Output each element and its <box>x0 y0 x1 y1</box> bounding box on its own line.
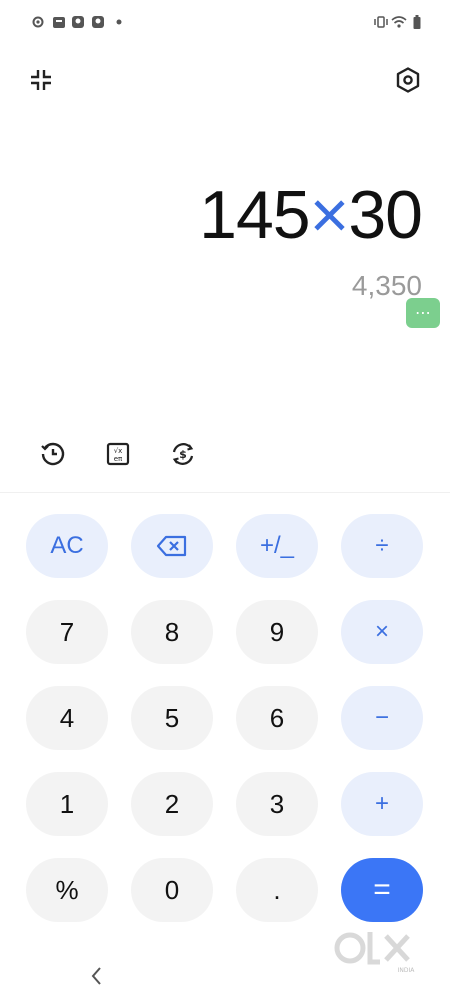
olx-watermark: INDIA <box>334 928 420 974</box>
battery-icon <box>413 15 421 29</box>
currency-converter-button[interactable]: $ <box>165 436 201 472</box>
key-6[interactable]: 6 <box>236 686 318 750</box>
back-chevron-icon <box>91 967 101 985</box>
app-notification-icon-2 <box>92 16 104 28</box>
minimize-button[interactable] <box>24 63 58 97</box>
scientific-functions-icon: √x eπ <box>106 442 130 466</box>
app-notification-icon <box>72 16 84 28</box>
key-4[interactable]: 4 <box>26 686 108 750</box>
key-3[interactable]: 3 <box>236 772 318 836</box>
watermark-sub: INDIA <box>398 967 416 974</box>
clear-button[interactable]: AC <box>26 514 108 578</box>
key-0[interactable]: 0 <box>131 858 213 922</box>
bag-icon <box>53 17 65 28</box>
nav-back-button[interactable] <box>84 962 108 990</box>
history-icon <box>41 442 65 466</box>
plus-minus-button[interactable]: +/_ <box>236 514 318 578</box>
settings-small-icon <box>32 16 44 28</box>
backspace-button[interactable] <box>131 514 213 578</box>
minus-button[interactable]: − <box>341 686 423 750</box>
vibrate-icon <box>374 16 388 28</box>
svg-text:√x: √x <box>114 447 123 455</box>
scientific-button[interactable]: √x eπ <box>100 436 136 472</box>
expression-left: 145 <box>199 177 310 253</box>
svg-text:$: $ <box>179 448 187 461</box>
equals-button[interactable]: = <box>341 858 423 922</box>
currency-convert-icon: $ <box>172 443 194 465</box>
history-button[interactable] <box>35 436 71 472</box>
decimal-button[interactable]: . <box>236 858 318 922</box>
key-1[interactable]: 1 <box>26 772 108 836</box>
key-9[interactable]: 9 <box>236 600 318 664</box>
olx-watermark-logo: INDIA <box>334 932 416 974</box>
expression-operator: × <box>309 177 350 253</box>
expression-display: 145×30 <box>199 176 423 254</box>
svg-text:eπ: eπ <box>114 455 123 463</box>
wifi-icon <box>391 16 407 28</box>
key-7[interactable]: 7 <box>26 600 108 664</box>
expression-right: 30 <box>348 177 423 253</box>
dot-icon <box>116 19 122 25</box>
plus-button[interactable]: + <box>341 772 423 836</box>
percent-button[interactable]: % <box>26 858 108 922</box>
tools-row: √x eπ $ <box>0 436 450 476</box>
divider <box>0 492 450 493</box>
more-options-chip[interactable]: ⋯ <box>406 298 440 328</box>
settings-button[interactable] <box>391 63 425 97</box>
key-5[interactable]: 5 <box>131 686 213 750</box>
minimize-icon <box>31 70 51 90</box>
status-bar <box>0 0 450 44</box>
divide-button[interactable]: ÷ <box>341 514 423 578</box>
backspace-icon <box>156 535 187 557</box>
multiply-button[interactable]: × <box>341 600 423 664</box>
key-8[interactable]: 8 <box>131 600 213 664</box>
key-2[interactable]: 2 <box>131 772 213 836</box>
settings-hex-icon <box>396 67 420 93</box>
